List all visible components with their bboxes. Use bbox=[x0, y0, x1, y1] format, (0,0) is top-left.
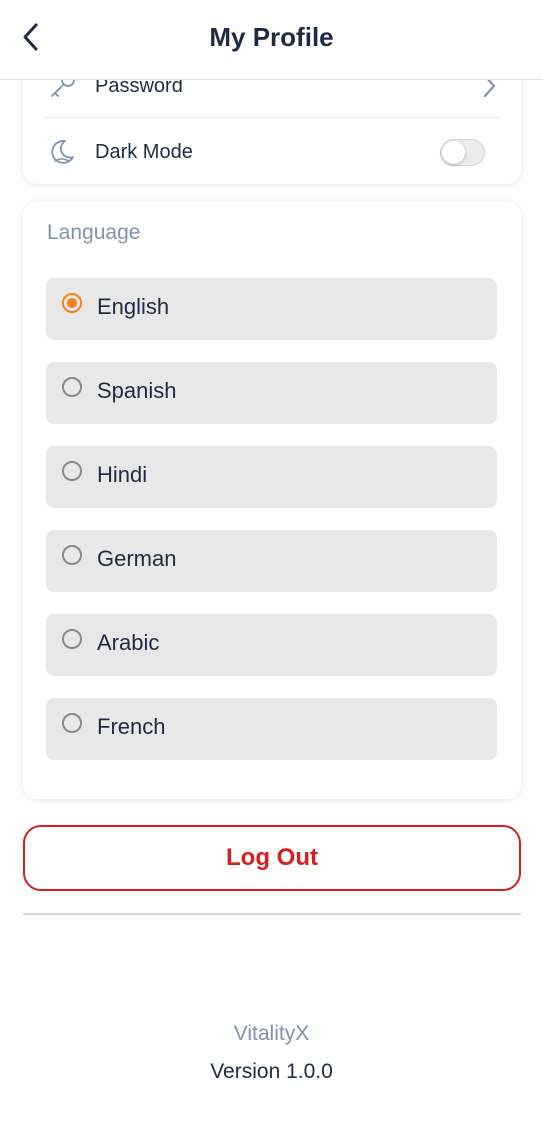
language-option-french[interactable]: French bbox=[46, 698, 497, 760]
language-option-hindi[interactable]: Hindi bbox=[46, 446, 497, 508]
language-section-title: Language bbox=[47, 221, 141, 244]
language-option-label: French bbox=[97, 714, 166, 739]
dark-mode-toggle[interactable] bbox=[440, 138, 485, 166]
language-card: Language English Spanish Hindi German Ar… bbox=[23, 201, 521, 799]
app-name: VitalityX bbox=[233, 1022, 310, 1045]
divider bbox=[43, 117, 501, 118]
language-option-label: Spanish bbox=[97, 378, 177, 403]
language-option-english[interactable]: English bbox=[46, 278, 497, 340]
language-option-arabic[interactable]: Arabic bbox=[46, 614, 497, 676]
radio-icon[interactable] bbox=[62, 713, 82, 733]
radio-icon[interactable] bbox=[62, 629, 82, 649]
language-options: English Spanish Hindi German Arabic Fren… bbox=[46, 278, 497, 782]
radio-selected-icon[interactable] bbox=[62, 293, 82, 313]
language-option-spanish[interactable]: Spanish bbox=[46, 362, 497, 424]
radio-icon[interactable] bbox=[62, 545, 82, 565]
radio-icon[interactable] bbox=[62, 377, 82, 397]
divider bbox=[23, 913, 521, 915]
logout-button[interactable]: Log Out bbox=[23, 825, 521, 891]
language-option-label: English bbox=[97, 294, 170, 319]
app-version: Version 1.0.0 bbox=[210, 1060, 333, 1083]
language-option-label: German bbox=[97, 546, 177, 571]
app-header: My Profile bbox=[0, 0, 543, 80]
language-option-label: Arabic bbox=[97, 630, 160, 655]
toggle-knob bbox=[442, 140, 465, 164]
language-option-german[interactable]: German bbox=[46, 530, 497, 592]
page-title: My Profile bbox=[209, 22, 334, 52]
radio-icon[interactable] bbox=[62, 461, 82, 481]
dark-mode-label: Dark Mode bbox=[95, 140, 193, 163]
dark-mode-row: Dark Mode bbox=[43, 134, 501, 170]
moon-icon bbox=[47, 137, 77, 167]
language-option-label: Hindi bbox=[97, 462, 148, 487]
